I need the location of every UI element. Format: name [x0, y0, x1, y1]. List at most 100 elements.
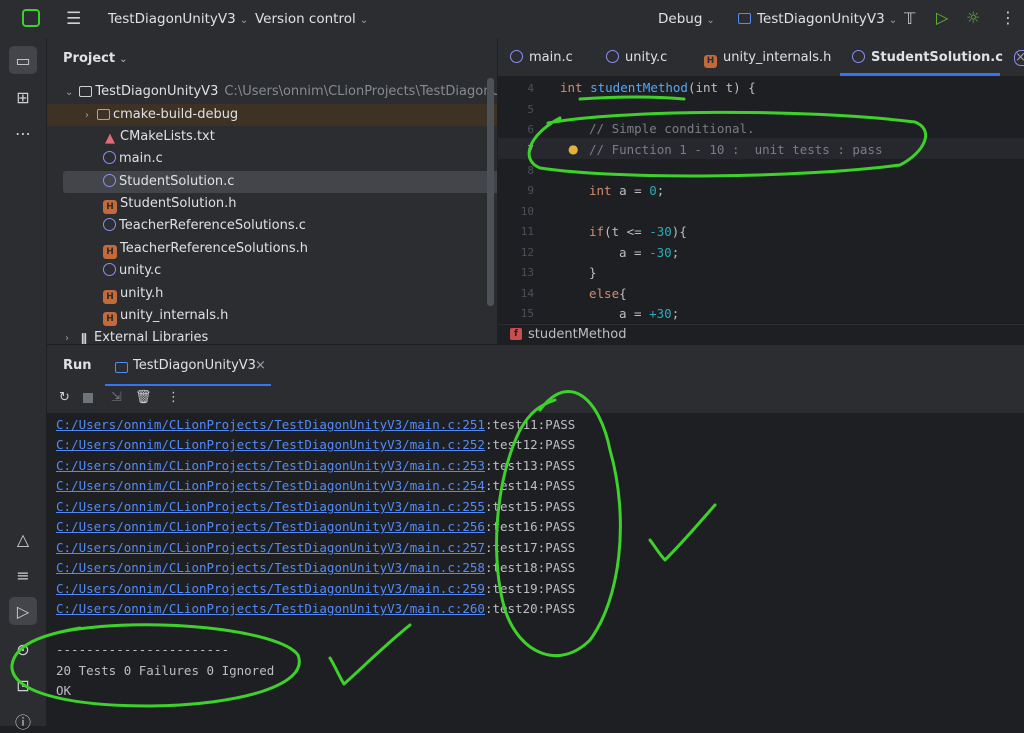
chevron-down-icon: ⌄	[888, 15, 898, 26]
code-number: -30	[649, 245, 672, 260]
structure-tool-icon[interactable]: ⊞	[12, 86, 34, 108]
code-comment[interactable]: // Simple conditional.	[589, 121, 755, 136]
tab-student-solution-c[interactable]: StudentSolution.c ×	[852, 50, 1024, 65]
console-text: :test15:PASS	[484, 499, 576, 514]
tree-item-selected[interactable]: StudentSolution.c	[63, 171, 497, 193]
services-tool-icon[interactable]: ⊙	[12, 638, 34, 660]
tree-item-label: StudentSolution.h	[120, 196, 237, 211]
cmake-tool-icon[interactable]: △	[12, 528, 34, 550]
console-line: C:/Users/onnim/CLionProjects/TestDiagonU…	[56, 560, 575, 575]
code-line[interactable]: else{	[589, 286, 627, 301]
console-link[interactable]: C:/Users/onnim/CLionProjects/TestDiagonU…	[56, 417, 485, 432]
external-libraries-label: External Libraries	[94, 330, 209, 344]
console-line: C:/Users/onnim/CLionProjects/TestDiagonU…	[56, 417, 575, 432]
console-link[interactable]: C:/Users/onnim/CLionProjects/TestDiagonU…	[56, 560, 485, 575]
tree-item[interactable]: H TeacherReferenceSolutions.h	[47, 238, 497, 260]
line-number: 12	[520, 246, 534, 259]
project-switcher[interactable]: TestDiagonUnityV3 ⌄	[108, 11, 248, 27]
debug-icon[interactable]: ☼	[966, 8, 980, 27]
tree-item[interactable]: ▲ CMakeLists.txt	[47, 126, 497, 148]
tree-item[interactable]: main.c	[47, 148, 497, 170]
project-tool-icon[interactable]: ▭	[9, 46, 37, 74]
folder-icon	[97, 109, 110, 120]
stop-icon[interactable]	[83, 393, 93, 403]
active-tab-indicator	[840, 73, 1000, 76]
chevron-down-icon: ⌄	[706, 15, 715, 26]
tab-unity-internals-h[interactable]: Hunity_internals.h	[704, 50, 831, 68]
code-line[interactable]: int studentMethod(int t) {	[560, 80, 756, 95]
more-actions-icon[interactable]: ⋮	[1000, 8, 1016, 27]
console-link[interactable]: C:/Users/onnim/CLionProjects/TestDiagonU…	[56, 437, 485, 452]
line-number: 8	[527, 164, 534, 177]
tree-item[interactable]: Hunity.h	[47, 283, 497, 305]
more-tools-icon[interactable]: ⋯	[12, 122, 34, 144]
code-semicolon: ;	[656, 183, 665, 198]
tree-item[interactable]: H StudentSolution.h	[47, 193, 497, 215]
console-link[interactable]: C:/Users/onnim/CLionProjects/TestDiagonU…	[56, 601, 485, 616]
line-number: 14	[520, 287, 534, 300]
h-file-icon: H	[103, 290, 117, 304]
rerun-icon[interactable]: ↻	[59, 390, 70, 405]
tab-main-c[interactable]: main.c	[510, 50, 573, 65]
folder-icon	[79, 86, 93, 97]
code-text: {	[619, 286, 627, 301]
console-line: C:/Users/onnim/CLionProjects/TestDiagonU…	[56, 437, 575, 452]
console-link[interactable]: C:/Users/onnim/CLionProjects/TestDiagonU…	[56, 458, 485, 473]
console-link[interactable]: C:/Users/onnim/CLionProjects/TestDiagonU…	[56, 519, 485, 534]
console-link[interactable]: C:/Users/onnim/CLionProjects/TestDiagonU…	[56, 478, 485, 493]
tree-item[interactable]: TeacherReferenceSolutions.c	[47, 215, 497, 237]
console-text: :test19:PASS	[484, 581, 576, 596]
project-panel-header[interactable]: Project ⌄	[63, 51, 127, 66]
console-line: C:/Users/onnim/CLionProjects/TestDiagonU…	[56, 478, 575, 493]
code-line[interactable]: a = -30;	[619, 245, 679, 260]
intention-bulb-icon[interactable]: ●	[568, 142, 578, 156]
run-tab[interactable]: TestDiagonUnityV3 ×	[105, 350, 271, 386]
root-name: TestDiagonUnityV3	[95, 84, 219, 99]
tree-external-libraries[interactable]: › ⫼ External Libraries	[47, 327, 497, 344]
console-link[interactable]: C:/Users/onnim/CLionProjects/TestDiagonU…	[56, 540, 485, 555]
tree-item[interactable]: Hunity_internals.h	[47, 305, 497, 327]
run-target-selector[interactable]: TestDiagonUnityV3 ⌄	[738, 11, 897, 27]
root-path: C:\Users\onnim\CLionProjects\TestDiagonU…	[224, 84, 497, 99]
tab-unity-c[interactable]: unity.c	[606, 50, 667, 65]
code-line[interactable]: if(t <= -30){	[589, 224, 687, 239]
console-link[interactable]: C:/Users/onnim/CLionProjects/TestDiagonU…	[56, 499, 485, 514]
terminal-tool-icon[interactable]: ⊡	[12, 674, 34, 696]
main-menu-icon[interactable]: ☰	[66, 9, 81, 29]
code-comment[interactable]: // Function 1 - 10 : unit tests : pass	[589, 142, 883, 157]
tab-overflow[interactable]	[1014, 50, 1024, 66]
tree-root[interactable]: ⌄ TestDiagonUnityV3 C:\Users\onnim\CLionPr…	[47, 81, 497, 103]
breadcrumb-item[interactable]: studentMethod	[528, 327, 626, 342]
app-logo-icon[interactable]	[22, 9, 40, 27]
tree-item[interactable]: unity.c	[47, 260, 497, 282]
build-config-label: Debug	[658, 11, 703, 27]
line-number: 9	[527, 184, 534, 197]
code-line[interactable]: }	[589, 265, 597, 280]
run-tool-icon[interactable]: ▷	[9, 597, 37, 625]
project-scrollbar[interactable]	[487, 78, 494, 306]
run-icon[interactable]: ▷	[936, 8, 948, 27]
code-line[interactable]: a = +30;	[619, 306, 679, 321]
console-line: C:/Users/onnim/CLionProjects/TestDiagonU…	[56, 581, 575, 596]
tree-item-label: StudentSolution.c	[119, 174, 235, 189]
chevron-right-icon: ›	[85, 110, 89, 121]
todo-tool-icon[interactable]: ≡	[12, 564, 34, 586]
code-number: -30	[649, 224, 672, 239]
code-line[interactable]: int a = 0;	[589, 183, 664, 198]
console-link[interactable]: C:/Users/onnim/CLionProjects/TestDiagonU…	[56, 581, 485, 596]
close-icon[interactable]: ×	[255, 358, 266, 373]
tree-item-label: TeacherReferenceSolutions.h	[120, 241, 308, 256]
console-line: C:/Users/onnim/CLionProjects/TestDiagonU…	[56, 458, 575, 473]
line-number: 5	[527, 103, 534, 116]
tree-item[interactable]: › cmake-build-debug	[47, 104, 497, 126]
more-options-icon[interactable]: ⋮	[167, 390, 180, 405]
trash-icon[interactable]: 🗑	[135, 390, 152, 405]
run-console[interactable]: C:/Users/onnim/CLionProjects/TestDiagonU…	[47, 413, 1024, 726]
scroll-to-end-icon[interactable]: ⇲	[111, 390, 122, 405]
build-config-selector[interactable]: Debug ⌄	[658, 11, 715, 27]
problems-tool-icon[interactable]: ⓘ	[12, 710, 34, 732]
version-control-menu[interactable]: Version control ⌄	[255, 11, 368, 27]
console-separator: -----------------------	[56, 642, 230, 657]
build-hammer-icon[interactable]: 𝕋	[904, 9, 915, 28]
code-function: studentMethod	[590, 80, 688, 95]
